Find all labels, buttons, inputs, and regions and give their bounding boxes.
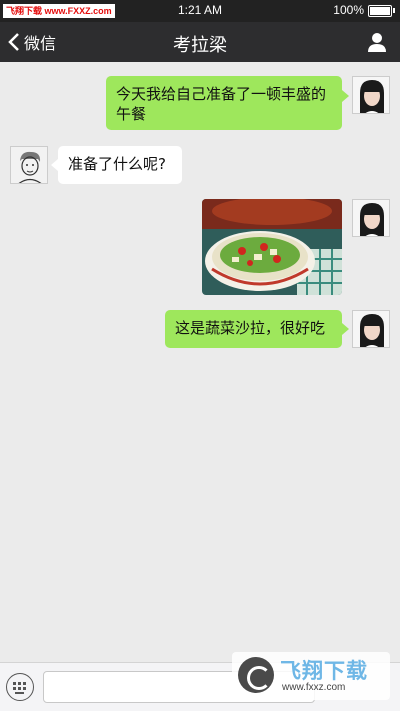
user-profile-icon[interactable] <box>366 31 388 53</box>
avatar-contact[interactable] <box>10 146 48 184</box>
avatar-self[interactable] <box>352 76 390 114</box>
salad-photo[interactable] <box>202 199 342 295</box>
bubble-tail <box>342 323 349 335</box>
battery-percent: 100% <box>333 3 364 17</box>
avatar-self[interactable] <box>352 310 390 348</box>
battery-icon <box>368 5 392 17</box>
girl-avatar-icon <box>353 77 389 113</box>
keyboard-toggle-button[interactable] <box>6 673 34 701</box>
bubble-tail <box>342 90 349 102</box>
bubble-tail <box>51 159 58 171</box>
girl-avatar-icon <box>353 200 389 236</box>
boy-sketch-avatar-icon <box>11 147 47 183</box>
salad-image-icon <box>202 199 342 295</box>
message-bubble[interactable]: 准备了什么呢? <box>58 146 182 184</box>
chat-header: 微信 考拉梁 <box>0 22 400 62</box>
watermark-bottom: 飞翔下载 www.fxxz.com <box>232 652 390 700</box>
message-bubble[interactable]: 这是蔬菜沙拉，很好吃 <box>165 310 342 348</box>
girl-avatar-icon <box>353 311 389 347</box>
avatar-self[interactable] <box>352 199 390 237</box>
message-bubble[interactable]: 今天我给自己准备了一顿丰盛的午餐 <box>106 76 342 130</box>
battery-tip-icon <box>393 8 395 13</box>
watermark-brand: 飞翔下载 <box>280 659 368 683</box>
status-bar: 飞翔下载 www.FXXZ.com 1:21 AM 100% <box>0 0 400 22</box>
chat-title: 考拉梁 <box>173 35 227 56</box>
fxxz-logo-icon <box>238 657 274 693</box>
watermark-url: www.fxxz.com <box>282 682 346 693</box>
keyboard-icon <box>13 682 26 694</box>
